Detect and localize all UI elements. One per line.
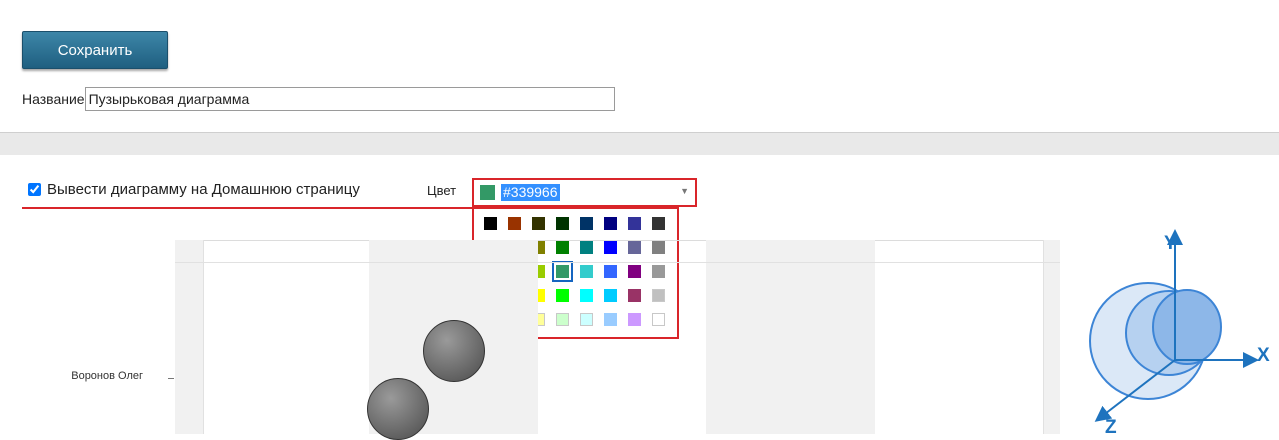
show-on-home-checkbox[interactable] [28, 183, 41, 196]
3d-axes-icon: Y X Z [1089, 229, 1270, 434]
color-swatch[interactable] [484, 217, 497, 230]
y-tick-mark [168, 378, 174, 379]
show-on-home-row: Вывести диаграмму на Домашнюю страницу [28, 181, 360, 198]
color-swatch[interactable] [604, 217, 617, 230]
chart-bubble[interactable] [423, 320, 485, 382]
x-axis-label: X [1257, 345, 1270, 366]
selected-color-swatch [480, 185, 495, 200]
grid-line [1043, 240, 1044, 434]
y-axis-label: Y [1164, 233, 1177, 254]
axes-ellipse-inner [1152, 289, 1222, 365]
name-label: Название [22, 91, 85, 107]
color-swatch[interactable] [532, 217, 545, 230]
color-select[interactable]: #339966 ▼ [472, 178, 697, 207]
chart-band [1043, 240, 1060, 434]
chart-band [706, 240, 875, 434]
chart-band [175, 240, 203, 434]
color-label: Цвет [427, 183, 457, 198]
y-axis-labels: Воронов Олег [0, 370, 166, 386]
color-swatch[interactable] [556, 217, 569, 230]
save-button[interactable]: Сохранить [22, 31, 168, 69]
name-row: Название [22, 86, 615, 112]
color-swatch[interactable] [652, 217, 665, 230]
grid-line [203, 240, 204, 434]
chart-bubble[interactable] [367, 378, 429, 440]
chevron-down-icon[interactable]: ▼ [680, 186, 689, 196]
z-axis-label: Z [1105, 417, 1117, 434]
show-on-home-label[interactable]: Вывести диаграмму на Домашнюю страницу [47, 181, 360, 198]
grid-line [175, 262, 1060, 263]
section-divider [0, 132, 1279, 155]
bubble-chart [175, 240, 1060, 440]
highlight-underline [22, 207, 474, 209]
color-swatch[interactable] [628, 217, 641, 230]
color-swatch[interactable] [508, 217, 521, 230]
color-value[interactable]: #339966 [501, 184, 560, 201]
chart-plot-area [175, 240, 1060, 434]
y-tick-label: Воронов Олег [71, 370, 143, 382]
color-swatch[interactable] [580, 217, 593, 230]
name-input[interactable] [84, 87, 615, 111]
